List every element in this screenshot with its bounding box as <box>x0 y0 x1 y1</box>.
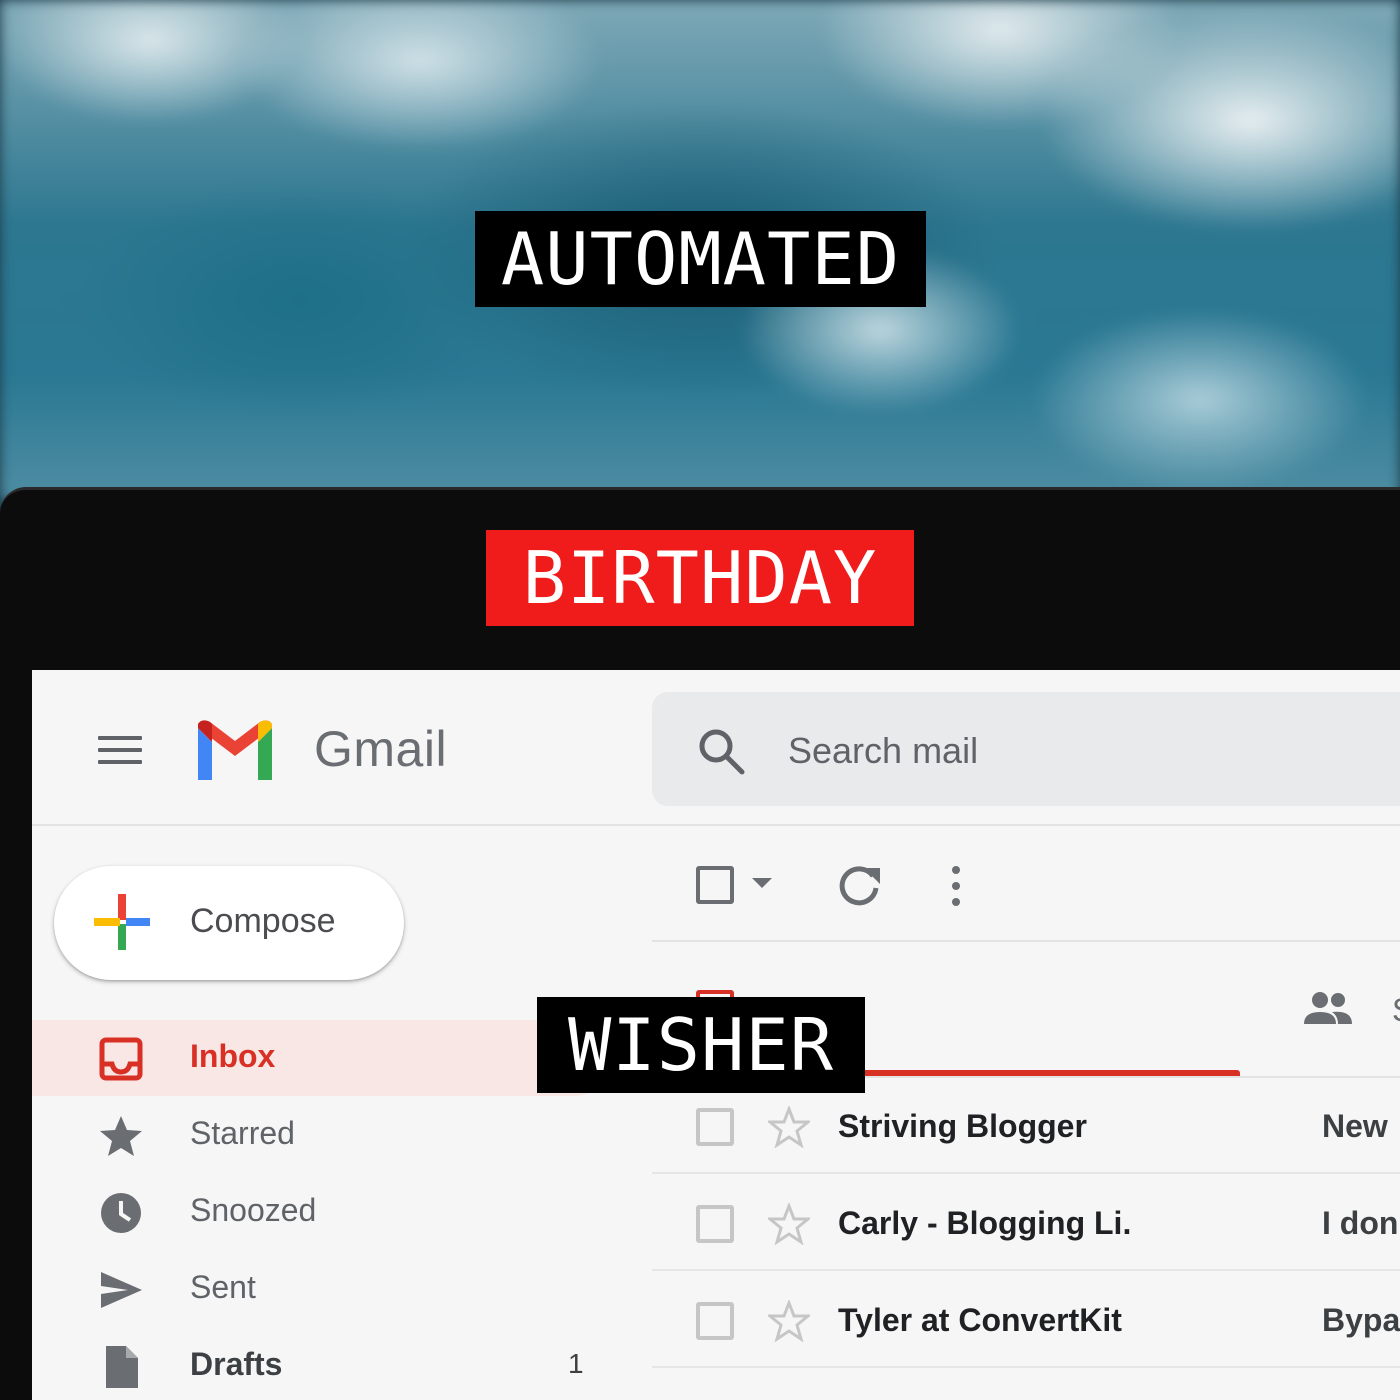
email-sender: Striving Blogger <box>838 1108 1087 1144</box>
sidebar-item-label: Inbox <box>190 1038 276 1074</box>
star-outline-icon[interactable] <box>768 1106 810 1148</box>
email-subject: Bypa <box>1322 1302 1400 1338</box>
search-input[interactable]: Search mail <box>788 730 978 772</box>
email-sender: Tyler at ConvertKit <box>838 1302 1122 1338</box>
sidebar-item-drafts[interactable]: Drafts 1 <box>32 1328 612 1400</box>
sidebar-item-sent[interactable]: Sent <box>32 1251 612 1327</box>
sidebar-item-starred[interactable]: Starred <box>32 1097 612 1173</box>
title-banner-automated: AUTOMATED <box>475 211 926 307</box>
email-checkbox[interactable] <box>696 1108 734 1146</box>
title-banner-birthday: BIRTHDAY <box>486 530 914 626</box>
people-icon[interactable] <box>1302 990 1354 1026</box>
title-banner-wisher: WISHER <box>537 997 865 1093</box>
search-bar[interactable]: Search mail <box>652 692 1400 806</box>
email-row[interactable]: Carly - Blogging Li. I don <box>652 1175 1400 1271</box>
refresh-icon[interactable] <box>836 862 882 908</box>
email-subject: New <box>1322 1108 1388 1144</box>
inbox-icon <box>99 1037 143 1081</box>
search-icon[interactable] <box>696 726 746 776</box>
sidebar-item-label: Snoozed <box>190 1192 317 1228</box>
compose-button[interactable]: Compose <box>54 866 404 980</box>
send-icon <box>101 1272 142 1308</box>
clock-icon <box>101 1193 141 1233</box>
sidebar-item-label: Starred <box>190 1115 295 1151</box>
compose-plus-icon <box>94 894 150 950</box>
more-vert-icon[interactable] <box>946 864 966 910</box>
email-subject: I don <box>1322 1205 1399 1241</box>
email-checkbox[interactable] <box>696 1302 734 1340</box>
sidebar-item-label: Sent <box>190 1269 256 1305</box>
compose-label: Compose <box>190 902 336 940</box>
drafts-count-badge: 1 <box>568 1348 584 1379</box>
sidebar-item-snoozed[interactable]: Snoozed <box>32 1174 612 1250</box>
email-sender: Carly - Blogging Li. <box>838 1205 1132 1241</box>
main-menu-icon[interactable] <box>98 736 142 766</box>
sidebar-item-label: Drafts <box>190 1346 283 1382</box>
tab-social[interactable]: S <box>1392 992 1400 1029</box>
sidebar-item-inbox[interactable]: Inbox <box>32 1020 612 1096</box>
header-divider <box>32 824 1400 826</box>
email-row[interactable]: Tyler at ConvertKit Bypa <box>652 1272 1400 1368</box>
star-outline-icon[interactable] <box>768 1300 810 1342</box>
select-dropdown-icon[interactable] <box>752 878 772 888</box>
toolbar-divider <box>652 940 1400 942</box>
select-all-checkbox[interactable] <box>696 866 734 904</box>
gmail-wordmark: Gmail <box>314 721 448 777</box>
draft-icon <box>106 1346 138 1388</box>
gmail-logo-icon <box>198 720 272 780</box>
star-outline-icon[interactable] <box>768 1203 810 1245</box>
email-checkbox[interactable] <box>696 1205 734 1243</box>
star-icon <box>100 1116 142 1156</box>
